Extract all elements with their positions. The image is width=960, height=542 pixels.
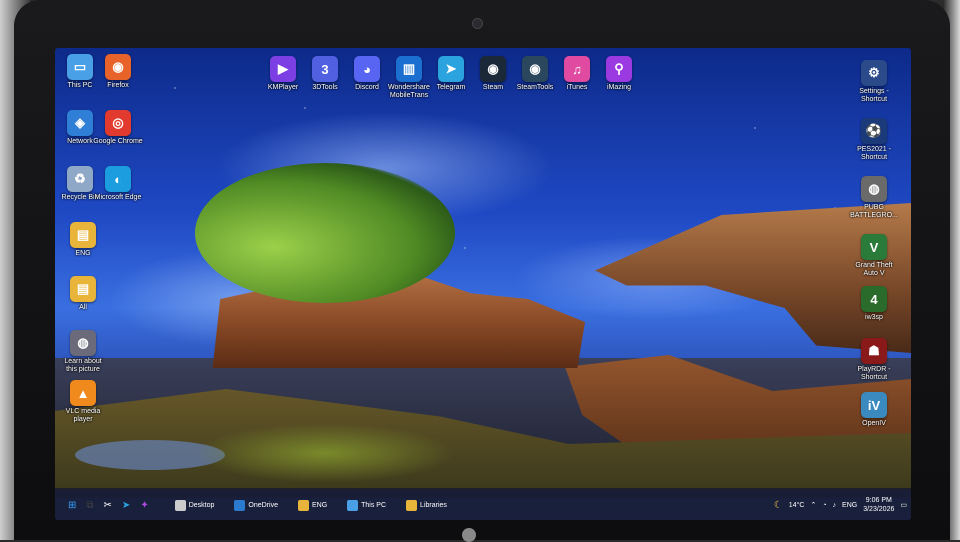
- wallpaper-trees: [195, 163, 455, 303]
- steam-icon: ◉: [480, 56, 506, 82]
- desktop-icon-learn-about-this-picture[interactable]: ◍ Learn about this picture: [58, 330, 108, 374]
- eng-icon: ▤: [70, 222, 96, 248]
- clock-time: 9:06 PM: [865, 497, 892, 504]
- openiv-icon: iV: [861, 392, 887, 418]
- taskbar-window-desktop[interactable]: Desktop: [172, 490, 218, 520]
- notification-icon[interactable]: ▭: [900, 501, 907, 509]
- desktop-icon-label: Grand Theft Auto V: [855, 262, 893, 277]
- network-icon[interactable]: ◔: [822, 502, 826, 509]
- moon-icon[interactable]: ☾: [774, 500, 783, 511]
- taskbar: ⊞ ⧉ ✂ ➤ ✦ Desktop OneDrive ENG This PC Libraries…: [55, 490, 911, 520]
- imazing-icon: ⚲: [606, 56, 632, 82]
- desktop-icon-openiv[interactable]: iV OpenIV: [849, 392, 899, 428]
- volume-icon[interactable]: ♪: [833, 502, 837, 509]
- desktop-icon-label: VLC media player: [65, 408, 101, 423]
- desktop-icon-all[interactable]: ▤ All: [58, 276, 108, 312]
- clock-date: 3/23/2026: [863, 506, 895, 513]
- pubg-battlegro-icon: ◍: [861, 176, 887, 202]
- desktop-icon-iw3sp[interactable]: 4 iw3sp: [849, 286, 899, 322]
- wallpaper-moss: [195, 423, 455, 483]
- playrdr-shortcut-icon: ☗: [861, 338, 887, 364]
- weather-temp[interactable]: 14°C: [789, 502, 805, 509]
- itunes-icon: ♫: [564, 56, 590, 82]
- this-pc-icon: [347, 499, 359, 511]
- webcam: [472, 18, 483, 29]
- eng-icon: [297, 499, 309, 511]
- desktop-icon-settings-shortcut[interactable]: ⚙ Settings - Shortcut: [849, 60, 899, 104]
- taskbar-window-label: This PC: [361, 501, 387, 509]
- taskbar-window-onedrive[interactable]: OneDrive: [231, 490, 281, 520]
- desktop-icon-grand-theft-auto-v[interactable]: V Grand Theft Auto V: [849, 234, 899, 278]
- desktop-icon-eng[interactable]: ▤ ENG: [58, 222, 108, 258]
- wondershare-mobiletrans-icon: ▥: [396, 56, 422, 82]
- microsoft-edge-icon: ◐: [105, 166, 131, 192]
- clock[interactable]: 9:06 PM 3/23/2026: [863, 496, 894, 514]
- desktop-icon-label: Firefox: [107, 82, 129, 89]
- all-icon: ▤: [70, 276, 96, 302]
- desktop-icon-label: OpenIV: [862, 420, 886, 427]
- desktop-icon-pubg-battlegro[interactable]: ◍ PUBG BATTLEGRO...: [849, 176, 899, 220]
- telegram-icon[interactable]: ➤: [119, 490, 133, 520]
- desktop-icon-label: Google Chrome: [93, 138, 143, 145]
- taskbar-window-libraries[interactable]: Libraries: [403, 490, 450, 520]
- grand-theft-auto-v-icon: V: [861, 234, 887, 260]
- kmplayer-icon: ▶: [270, 56, 296, 82]
- language-indicator[interactable]: ENG: [842, 502, 857, 509]
- 3dtools-icon: 3: [312, 56, 338, 82]
- taskbar-window-label: Desktop: [188, 501, 215, 509]
- desktop-icon-label: Settings - Shortcut: [859, 88, 889, 103]
- copilot-icon[interactable]: ✦: [137, 490, 151, 520]
- system-tray: ☾ 14°C ⌃ ◔ ♪ ENG 9:06 PM 3/23/2026 ▭: [774, 490, 907, 520]
- discord-icon: ◕: [354, 56, 380, 82]
- settings-shortcut-icon: ⚙: [861, 60, 887, 86]
- pes2021-shortcut-icon: ⚽: [861, 118, 887, 144]
- desktop-icon-label: iw3sp: [865, 314, 883, 321]
- desktop-icon-playrdr-shortcut[interactable]: ☗ PlayRDR - Shortcut: [849, 338, 899, 382]
- desktop-icon-label: ENG: [75, 250, 91, 257]
- chevron-up-icon[interactable]: ⌃: [810, 501, 816, 509]
- task-view-icon[interactable]: ⧉: [83, 490, 96, 520]
- libraries-icon: [406, 499, 418, 511]
- onedrive-icon: [234, 499, 246, 511]
- this-pc-icon: ▭: [67, 54, 93, 80]
- taskbar-window-label: OneDrive: [248, 501, 278, 509]
- steamtools-icon: ◉: [522, 56, 548, 82]
- desktop-icon-label: PlayRDR - Shortcut: [857, 366, 891, 381]
- taskbar-window-label: ENG: [311, 501, 328, 509]
- taskbar-window-eng[interactable]: ENG: [295, 490, 330, 520]
- desktop-screen: ▭ This PC ◉ Firefox ◈ Network ◎ Google Chrome ♻ R…: [55, 48, 911, 520]
- desktop-icon-label: All: [79, 304, 87, 311]
- recycle-bin-icon: ♻: [67, 166, 93, 192]
- desktop-icon-firefox[interactable]: ◉ Firefox: [93, 54, 143, 90]
- firefox-icon: ◉: [105, 54, 131, 80]
- capcut-icon[interactable]: ✂: [101, 490, 115, 520]
- taskbar-window-this-pc[interactable]: This PC: [344, 490, 389, 520]
- desktop-icon-vlc-media-player[interactable]: ▲ VLC media player: [58, 380, 108, 424]
- start-icon[interactable]: ⊞: [65, 490, 79, 520]
- telegram-icon: ➤: [438, 56, 464, 82]
- learn-about-this-picture-icon: ◍: [70, 330, 96, 356]
- desktop-icon-label: Microsoft Edge: [94, 194, 142, 201]
- google-chrome-icon: ◎: [105, 110, 131, 136]
- desktop-icon-google-chrome[interactable]: ◎ Google Chrome: [93, 110, 143, 146]
- taskbar-window-label: Libraries: [420, 501, 447, 509]
- desktop-icon-microsoft-edge[interactable]: ◐ Microsoft Edge: [93, 166, 143, 202]
- desktop-icon-label: PUBG BATTLEGRO...: [850, 204, 898, 219]
- desktop-icon-pes2021-shortcut[interactable]: ⚽ PES2021 - Shortcut: [849, 118, 899, 162]
- desktop-icon: [174, 499, 186, 511]
- iw3sp-icon: 4: [861, 286, 887, 312]
- desktop-icon-label: Learn about this picture: [64, 358, 102, 373]
- desktop-icon-imazing[interactable]: ⚲ iMazing: [594, 56, 644, 92]
- network-icon: ◈: [67, 110, 93, 136]
- vlc-media-player-icon: ▲: [70, 380, 96, 406]
- desktop-icon-label: iMazing: [606, 84, 632, 91]
- desktop-icon-label: PES2021 - Shortcut: [857, 146, 891, 161]
